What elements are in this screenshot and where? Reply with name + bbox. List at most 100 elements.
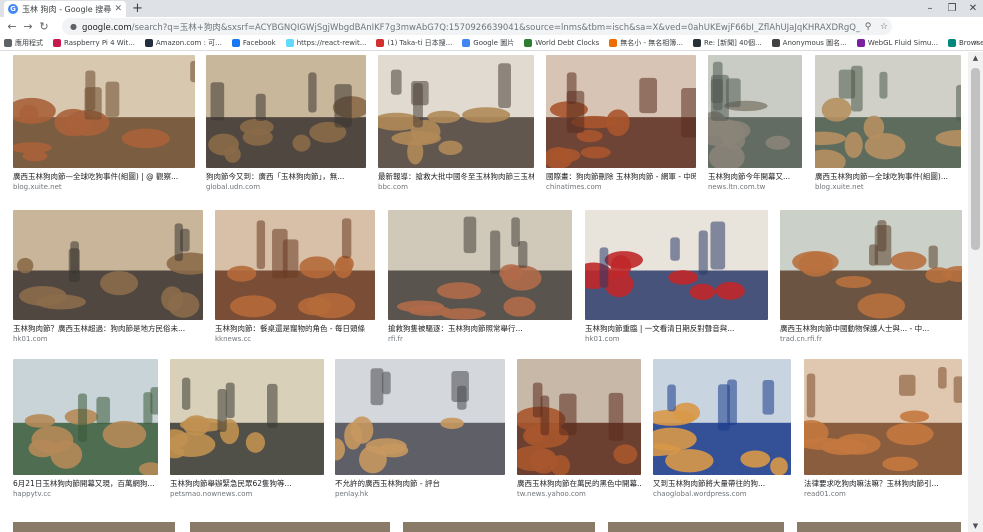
- close-window-icon[interactable]: ✕: [962, 0, 983, 17]
- address-bar[interactable]: ● google.com/search?q=玉林+狗肉&sxsrf=ACYBGN…: [62, 18, 892, 35]
- result-thumbnail[interactable]: [780, 210, 962, 320]
- bookmark-item[interactable]: 無名小 - 無名相簿...: [609, 38, 683, 48]
- image-result-card[interactable]: 不允許的廣西玉林狗肉節 - 評台 penlay.hk: [335, 359, 505, 499]
- new-tab-button[interactable]: +: [132, 1, 143, 16]
- result-thumbnail[interactable]: [13, 55, 195, 168]
- partial-result-thumbnail[interactable]: [797, 522, 961, 532]
- google-favicon-icon: G: [8, 4, 18, 14]
- result-source-domain: penlay.hk: [335, 490, 369, 498]
- star-icon[interactable]: ☆: [876, 22, 892, 32]
- bookmark-label: Browse state-of-t...: [959, 39, 983, 47]
- image-result-card[interactable]: 又到玉林狗肉節將大量帶往的狗... chaoglobal.wordpress.co…: [653, 359, 791, 499]
- image-result-card[interactable]: 廣西玉林狗肉節中國動物保護人士與... - 中... trad.cn.rfi.fr: [780, 210, 962, 344]
- result-caption[interactable]: 最新報導：搶救大批中國冬至玉林狗肉節三玉林...: [378, 172, 534, 182]
- result-caption[interactable]: 法律要求吃狗肉嘛法嘛？玉林狗肉節引...: [804, 479, 962, 489]
- scrollbar-thumb[interactable]: [971, 68, 980, 250]
- image-result-card[interactable]: 廣西玉林狗肉節—全球吃狗事件(組圖)... blog.xuite.net: [815, 55, 961, 192]
- partial-result-thumbnail[interactable]: [608, 522, 784, 532]
- image-result-card[interactable]: 最新報導：搶救大批中國冬至玉林狗肉節三玉林... bbc.com: [378, 55, 534, 192]
- result-caption[interactable]: 廣西玉林狗肉節—全球吃狗事件(組圖)...: [815, 172, 961, 182]
- partial-result-thumbnail[interactable]: [13, 522, 175, 532]
- image-results-grid: 廣西玉林狗肉節—全球吃狗事件(組圖) | @ 觀察... blog.xuite.n…: [0, 52, 968, 532]
- image-result-card[interactable]: 玉林狗肉節今年開幕又... news.ltn.com.tw: [708, 55, 802, 192]
- bookmark-item[interactable]: (1) Taka-ti 日本搜...: [376, 38, 452, 48]
- minimize-icon[interactable]: –: [919, 0, 941, 17]
- result-thumbnail[interactable]: [13, 210, 203, 320]
- bookmark-favicon-icon: [771, 39, 780, 47]
- bookmark-label: (1) Taka-ti 日本搜...: [387, 39, 453, 47]
- partial-result-thumbnail[interactable]: [190, 522, 390, 532]
- result-thumbnail[interactable]: [653, 359, 791, 475]
- result-caption[interactable]: 廣西玉林狗肉節在萬民的黑色中開幕...: [517, 479, 641, 489]
- result-thumbnail[interactable]: [206, 55, 366, 168]
- result-caption[interactable]: 6月21日玉林狗肉節開幕又現，百萬網狗...: [13, 479, 158, 489]
- result-thumbnail[interactable]: [517, 359, 641, 475]
- bookmark-item[interactable]: https://react-rewit...: [285, 39, 366, 47]
- image-result-card[interactable]: 玉林狗肉節重臨 | 一文看清日期反對聲音與... hk01.com: [585, 210, 768, 344]
- result-thumbnail[interactable]: [815, 55, 961, 168]
- bookmark-item[interactable]: Raspberry Pi 4 Wit...: [53, 39, 135, 47]
- result-caption[interactable]: 搶救狗隻被驅逐：玉林狗肉節照常舉行...: [388, 324, 572, 334]
- bookmark-item[interactable]: World Debt Clocks: [524, 39, 599, 47]
- bookmark-item[interactable]: Facebook: [231, 39, 276, 47]
- partial-result-thumbnail[interactable]: [403, 522, 595, 532]
- result-thumbnail[interactable]: [335, 359, 505, 475]
- result-caption[interactable]: 狗肉節今又到：廣西「玉林狗肉節」，無...: [206, 172, 366, 182]
- scroll-down-icon[interactable]: ▼: [968, 520, 983, 532]
- result-caption[interactable]: 廣西玉林狗肉節—全球吃狗事件(組圖) | @ 觀察...: [13, 172, 195, 182]
- forward-icon[interactable]: →: [20, 19, 36, 35]
- result-source-domain: blog.xuite.net: [13, 183, 62, 191]
- bookmark-item[interactable]: Google 圖片: [462, 38, 514, 48]
- maximize-icon[interactable]: ❐: [941, 0, 963, 17]
- result-caption[interactable]: 玉林狗肉節重臨 | 一文看清日期反對聲音與...: [585, 324, 768, 334]
- url-text[interactable]: google.com/search?q=玉林+狗肉&sxsrf=ACYBGNQI…: [82, 21, 860, 33]
- result-caption[interactable]: 又到玉林狗肉節將大量帶往的狗...: [653, 479, 791, 489]
- result-source-domain: petsmao.nownews.com: [170, 490, 253, 498]
- close-tab-icon[interactable]: ✕: [114, 4, 122, 14]
- image-result-card[interactable]: 法律要求吃狗肉嘛法嘛？玉林狗肉節引... read01.com: [804, 359, 962, 499]
- result-caption[interactable]: 廣西玉林狗肉節中國動物保護人士與... - 中...: [780, 324, 962, 334]
- browser-tab[interactable]: G 玉林 狗肉 - Google 搜尋 ✕: [4, 1, 126, 17]
- result-source-domain: hk01.com: [13, 335, 48, 343]
- image-result-card[interactable]: 玉林狗肉節舉辦緊急民眾62隻狗等... petsmao.nownews.com: [170, 359, 324, 499]
- image-result-card[interactable]: 狗肉節今又到：廣西「玉林狗肉節」，無... global.udn.com: [206, 55, 366, 192]
- result-caption[interactable]: 不允許的廣西玉林狗肉節 - 評台: [335, 479, 505, 489]
- bookmark-item[interactable]: Amazon.com : 可...: [144, 38, 222, 48]
- image-result-card[interactable]: 廣西玉林狗肉節在萬民的黑色中開幕... tw.news.yahoo.com: [517, 359, 641, 499]
- reload-icon[interactable]: ↻: [36, 19, 52, 35]
- result-thumbnail[interactable]: [585, 210, 768, 320]
- search-icon[interactable]: ⚲: [860, 22, 876, 32]
- result-thumbnail[interactable]: [215, 210, 375, 320]
- result-caption[interactable]: 玉林狗肉節舉辦緊急民眾62隻狗等...: [170, 479, 324, 489]
- result-thumbnail[interactable]: [804, 359, 962, 475]
- bookmark-label: Anonymous 圖名...: [782, 39, 847, 47]
- scroll-up-icon[interactable]: ▲: [968, 52, 983, 64]
- bookmark-item[interactable]: Anonymous 圖名...: [771, 38, 847, 48]
- bookmark-item[interactable]: Re: [新聞] 40個...: [692, 38, 762, 48]
- result-source-domain: bbc.com: [378, 183, 408, 191]
- result-caption[interactable]: 國際畫：狗肉節刪除 玉林狗肉節 - 網軍 - 中時...: [546, 172, 696, 182]
- result-caption[interactable]: 玉林狗肉節今年開幕又...: [708, 172, 802, 182]
- result-thumbnail[interactable]: [378, 55, 534, 168]
- image-result-card[interactable]: 玉林狗肉節：餐桌還是寵物的角色 - 每日頭條 kknews.cc: [215, 210, 375, 344]
- more-bookmarks-icon[interactable]: »: [973, 36, 979, 51]
- result-caption[interactable]: 玉林狗肉節？廣西玉林超過：狗肉節是地方民俗未...: [13, 324, 203, 334]
- result-thumbnail[interactable]: [546, 55, 696, 168]
- bookmark-item[interactable]: WebGL Fluid Simu...: [856, 39, 938, 47]
- result-thumbnail[interactable]: [708, 55, 802, 168]
- result-source-domain: kknews.cc: [215, 335, 252, 343]
- result-thumbnail[interactable]: [170, 359, 324, 475]
- image-result-card[interactable]: 玉林狗肉節？廣西玉林超過：狗肉節是地方民俗未... hk01.com: [13, 210, 203, 344]
- page-scrollbar[interactable]: ▲ ▼: [968, 52, 983, 532]
- image-result-card[interactable]: 6月21日玉林狗肉節開幕又現，百萬網狗... happytv.cc: [13, 359, 158, 499]
- back-icon[interactable]: ←: [4, 19, 20, 35]
- result-thumbnail[interactable]: [13, 359, 158, 475]
- result-thumbnail[interactable]: [388, 210, 572, 320]
- result-caption[interactable]: 玉林狗肉節：餐桌還是寵物的角色 - 每日頭條: [215, 324, 375, 334]
- bookmark-favicon-icon: [376, 39, 385, 47]
- image-result-card[interactable]: 廣西玉林狗肉節—全球吃狗事件(組圖) | @ 觀察... blog.xuite.n…: [13, 55, 195, 192]
- bookmark-item[interactable]: 應用程式: [4, 38, 43, 48]
- image-result-card[interactable]: 搶救狗隻被驅逐：玉林狗肉節照常舉行... rfi.fr: [388, 210, 572, 344]
- bookmark-label: WebGL Fluid Simu...: [867, 39, 938, 47]
- image-result-card[interactable]: 國際畫：狗肉節刪除 玉林狗肉節 - 網軍 - 中時... chinatimes.c…: [546, 55, 696, 192]
